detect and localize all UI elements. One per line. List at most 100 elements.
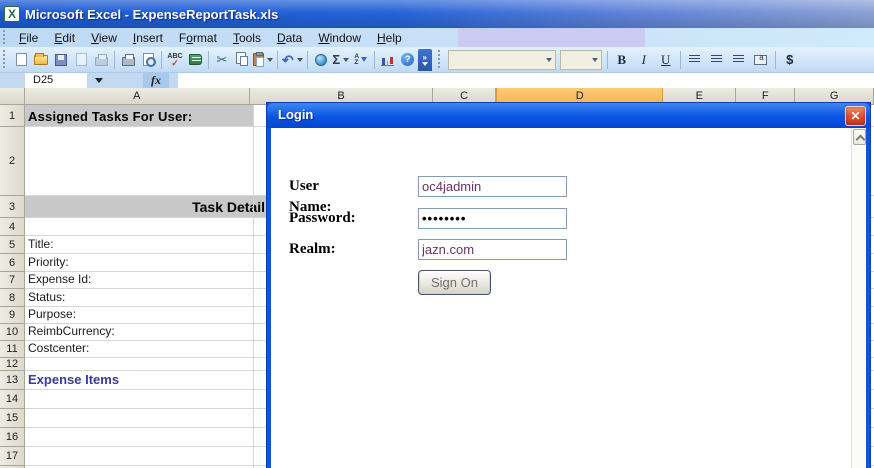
- align-left-button[interactable]: [684, 50, 706, 70]
- row-header-15[interactable]: 15: [0, 409, 25, 428]
- new-document-button[interactable]: [11, 49, 31, 71]
- bold-button[interactable]: B: [611, 50, 633, 70]
- row-header-11[interactable]: 11: [0, 341, 25, 358]
- sort-ascending-icon: AZ: [354, 52, 360, 66]
- hyperlink-icon: [314, 53, 327, 66]
- autosum-icon: Σ: [332, 51, 341, 67]
- row-header-16[interactable]: 16: [0, 428, 25, 447]
- menu-item-format[interactable]: Format: [171, 29, 225, 47]
- currency-button[interactable]: $: [779, 50, 801, 70]
- menu-item-view[interactable]: View: [83, 29, 125, 47]
- username-input[interactable]: [418, 176, 567, 197]
- cell-a8[interactable]: Status:: [25, 289, 67, 306]
- row-header-8[interactable]: 8: [0, 289, 25, 307]
- chart-wizard-button[interactable]: [378, 49, 398, 71]
- toolbar-drag-handle[interactable]: [2, 29, 7, 46]
- close-button[interactable]: ✕: [845, 106, 866, 126]
- align-center-button[interactable]: [706, 50, 728, 70]
- email-button[interactable]: [91, 49, 111, 71]
- print-preview-button[interactable]: [138, 49, 158, 71]
- toolbar-separator: [774, 50, 776, 69]
- menu-item-data[interactable]: Data: [269, 29, 310, 47]
- sort-ascending-button[interactable]: AZ: [351, 49, 371, 71]
- underline-button[interactable]: U: [655, 50, 677, 70]
- password-input[interactable]: [418, 208, 567, 229]
- name-box[interactable]: D25: [25, 73, 87, 88]
- column-gridline: [253, 105, 254, 468]
- cell-a5[interactable]: Title:: [25, 236, 56, 253]
- row-header-10[interactable]: 10: [0, 324, 25, 341]
- insert-function-button[interactable]: fx: [143, 73, 169, 88]
- dialog-scrollbar[interactable]: [851, 128, 866, 468]
- menu-item-tools[interactable]: Tools: [225, 29, 269, 47]
- row-header-13[interactable]: 13: [0, 371, 25, 390]
- row-header-9[interactable]: 9: [0, 307, 25, 324]
- cell-a3[interactable]: Task Detail: [25, 196, 267, 217]
- font-size-dropdown[interactable]: [559, 49, 602, 70]
- chevron-right-icon: »: [422, 52, 427, 62]
- hyperlink-button[interactable]: [311, 49, 331, 71]
- merge-center-button[interactable]: [750, 50, 772, 70]
- dropdown-arrow-icon[interactable]: [267, 57, 273, 62]
- italic-button[interactable]: I: [633, 50, 655, 70]
- realm-input[interactable]: [418, 239, 567, 260]
- menu-item-window[interactable]: Window: [310, 29, 369, 47]
- row-header-5[interactable]: 5: [0, 236, 25, 254]
- chart-wizard-icon: [381, 54, 395, 66]
- row-header-1[interactable]: 1: [0, 105, 25, 127]
- menu-item-file[interactable]: File: [11, 29, 46, 47]
- realm-label: Realm:: [289, 241, 336, 257]
- research-button[interactable]: [185, 49, 205, 71]
- column-header-a[interactable]: A: [24, 88, 250, 105]
- standard-toolbar-handle[interactable]: [2, 49, 7, 70]
- dropdown-arrow-icon[interactable]: [296, 57, 303, 62]
- copy-button[interactable]: [232, 49, 252, 71]
- sign-on-button[interactable]: Sign On: [418, 270, 491, 295]
- toolbar-separator: [606, 50, 608, 69]
- formula-bar-input[interactable]: [178, 73, 874, 88]
- print-button[interactable]: [118, 49, 138, 71]
- help-button[interactable]: ?: [398, 49, 418, 71]
- cell-a6[interactable]: Priority:: [25, 254, 71, 271]
- copy-icon: [240, 56, 248, 66]
- row-header-14[interactable]: 14: [0, 390, 25, 409]
- cell-a1[interactable]: Assigned Tasks For User:: [25, 105, 254, 126]
- font-name-dropdown[interactable]: [447, 49, 556, 70]
- save-button[interactable]: [51, 49, 71, 71]
- row-header-4[interactable]: 4: [0, 218, 25, 236]
- cell-a11[interactable]: Costcenter:: [25, 341, 91, 357]
- scroll-up-button[interactable]: [853, 129, 866, 145]
- row-header-2[interactable]: 2: [0, 127, 25, 196]
- row-header-6[interactable]: 6: [0, 254, 25, 272]
- dropdown-arrow-icon[interactable]: [343, 57, 350, 62]
- row-headers: 123456789101112131415161718: [0, 105, 25, 468]
- row-header-12[interactable]: 12: [0, 358, 25, 371]
- row-header-3[interactable]: 3: [0, 196, 25, 218]
- cell-a7[interactable]: Expense Id:: [25, 272, 93, 288]
- menu-item-insert[interactable]: Insert: [125, 29, 171, 47]
- name-box-dropdown-icon[interactable]: [95, 78, 103, 83]
- autosum-button[interactable]: Σ: [331, 49, 351, 71]
- menu-item-help[interactable]: Help: [369, 29, 410, 47]
- cell-a9[interactable]: Purpose:: [25, 307, 78, 323]
- undo-button[interactable]: ↶: [281, 49, 304, 71]
- select-all-corner[interactable]: [0, 88, 25, 105]
- spelling-button[interactable]: ABC ✓: [165, 49, 185, 71]
- window-title: Microsoft Excel - ExpenseReportTask.xls: [25, 6, 279, 22]
- cell-a13[interactable]: Expense Items: [25, 371, 121, 389]
- formatting-toolbar-handle[interactable]: [436, 49, 442, 70]
- align-right-button[interactable]: [728, 50, 750, 70]
- undo-icon: ↶: [282, 51, 294, 68]
- open-folder-icon: [34, 52, 48, 65]
- permission-button[interactable]: [71, 49, 91, 71]
- menu-item-edit[interactable]: Edit: [46, 29, 83, 47]
- chevron-down-icon: [545, 57, 552, 62]
- toolbar-separator: [161, 50, 162, 69]
- row-header-17[interactable]: 17: [0, 447, 25, 466]
- open-folder-button[interactable]: [31, 49, 51, 71]
- row-header-7[interactable]: 7: [0, 272, 25, 289]
- cell-a10[interactable]: ReimbCurrency:: [25, 324, 117, 340]
- paste-button[interactable]: [252, 49, 274, 71]
- cut-button[interactable]: ✂: [212, 49, 232, 71]
- toolbar-options-button[interactable]: »: [417, 48, 432, 71]
